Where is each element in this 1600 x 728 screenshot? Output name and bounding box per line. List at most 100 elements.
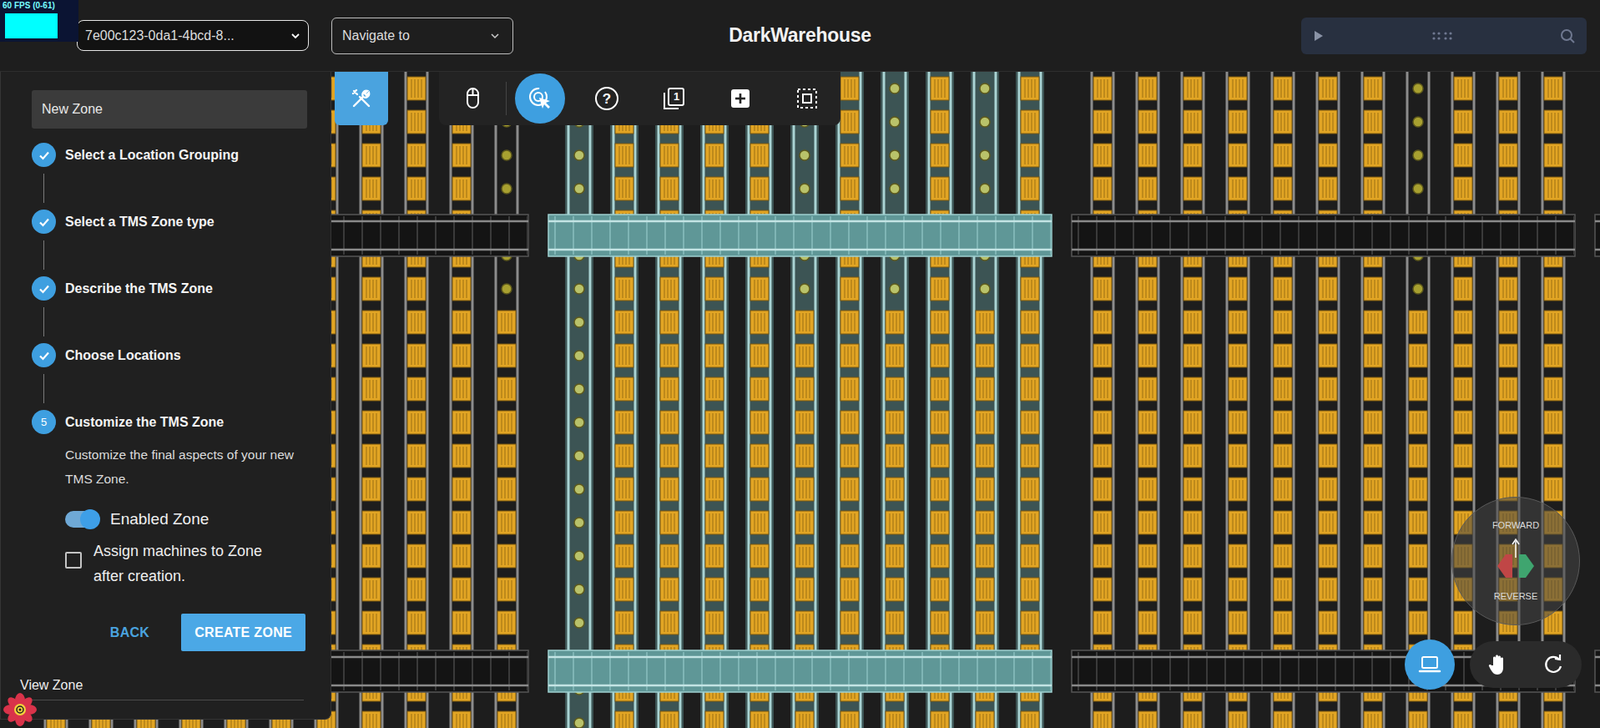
direction-control[interactable]: FORWARD REVERSE [1451,496,1580,626]
toolbar: ?1 [439,71,841,126]
step-connector [43,373,45,404]
toolbar-divider [505,81,507,116]
step-connector [43,173,45,203]
storage-column[interactable] [610,71,639,728]
storage-column[interactable] [835,71,864,728]
view-mode-button[interactable] [1474,641,1522,688]
zone-name-value: New Zone [41,99,103,120]
cross-track [1594,214,1600,257]
toolbar-button[interactable] [715,73,766,124]
forward-label: FORWARD [1492,519,1540,531]
assign-machines-row[interactable]: Assign machines to Zone after creation. [65,538,306,589]
enabled-toggle-row[interactable]: Enabled Zone [65,506,306,532]
enabled-switch[interactable] [65,510,99,528]
tools-button[interactable] [334,71,389,126]
storage-section[interactable] [1594,214,1600,692]
storage-column[interactable] [1317,71,1339,728]
help-glyph: ? [602,91,611,106]
wizard-step[interactable]: Select a TMS Zone type [31,209,306,234]
storage-column[interactable] [700,71,729,728]
storage-section[interactable] [1071,71,1575,728]
storage-column[interactable] [1091,71,1114,728]
pointer-select-icon [527,85,553,112]
check-icon [37,148,51,162]
toolbar-button[interactable] [447,73,498,124]
storage-column[interactable] [1407,71,1429,728]
navigate-dropdown[interactable]: Navigate to [331,17,514,55]
storage-column[interactable] [745,71,774,728]
check-icon [37,282,51,296]
tools-icon [348,85,374,112]
laptop-icon [1417,651,1443,677]
toolbar-button[interactable]: 1 [648,73,699,124]
step-number: 5 [40,413,47,431]
play-icon[interactable] [1312,29,1325,43]
app-title: DarkWarehouse [728,20,871,51]
create-zone-button[interactable]: CREATE ZONE [181,613,306,652]
storage-column[interactable] [925,71,954,728]
storage-column[interactable] [450,71,473,728]
view-mode-button[interactable] [1529,641,1577,688]
storage-column[interactable] [405,71,428,728]
toolbar-button[interactable] [782,73,833,124]
fps-meter: 60 FPS (0-61) [0,0,79,42]
storage-column[interactable] [970,71,1000,728]
chevron-icon [289,30,302,42]
toolbar-button[interactable] [514,73,566,124]
wizard-step[interactable]: Describe the TMS Zone [31,276,306,301]
zone-name-field[interactable]: New Zone [31,90,308,129]
storage-column[interactable] [360,71,383,728]
storage-column[interactable] [1452,71,1474,728]
toolbar-button[interactable]: ? [581,73,632,124]
fps-label: 60 FPS (0-61) [0,0,79,12]
layers-icon: 1 [661,85,687,112]
storage-column[interactable] [565,71,594,728]
enabled-label: Enabled Zone [110,507,209,532]
step-label: Select a TMS Zone type [65,211,215,233]
storage-column[interactable] [1362,71,1384,728]
cross-track [548,650,1052,692]
warehouse-value: 7e00c123-0da1-4bcd-8... [85,25,235,46]
rotate-icon [1540,651,1566,677]
wizard-step[interactable]: Select a Location Grouping [31,142,306,167]
view-mode-button[interactable] [1404,639,1455,690]
top-bar: 60 FPS (0-61) 7e00c123-0da1-4bcd-8... Na… [0,0,1600,72]
direction-arrows-icon[interactable] [1490,537,1541,585]
storage-column[interactable] [1542,71,1565,728]
wizard-steps: Select a Location Grouping Select a TMS Z… [31,142,306,435]
assign-checkbox[interactable] [65,551,82,569]
back-button[interactable]: BACK [110,622,150,643]
storage-column[interactable] [655,71,684,728]
step-description: Customize the final aspects of your new … [65,442,295,491]
reverse-label: REVERSE [1494,590,1539,602]
check-icon [37,215,51,229]
wizard-step[interactable]: 5Customize the TMS Zone [31,409,306,435]
step-indicator [31,276,56,301]
warehouse-select[interactable]: 7e00c123-0da1-4bcd-8... [76,20,309,51]
hand-icon [1485,651,1511,677]
storage-column[interactable] [495,71,518,728]
view-zone-step[interactable]: View Zone [20,675,304,701]
wizard-step[interactable]: Choose Locations [31,343,306,368]
warehouse-view[interactable]: New Zone Select a Location GroupingSelec… [0,71,1600,728]
playback-bar[interactable] [1301,17,1587,55]
storage-column[interactable] [790,71,819,728]
step-indicator [31,142,56,167]
storage-column[interactable] [1181,71,1204,728]
step-indicator: 5 [31,409,56,435]
storage-column[interactable] [1015,71,1045,728]
search-icon[interactable] [1559,28,1575,44]
drag-handle-icon[interactable] [1431,30,1454,41]
storage-column[interactable] [1271,71,1294,728]
step-connector [43,307,45,337]
storage-column[interactable] [1226,71,1249,728]
storage-section[interactable] [548,71,1052,728]
storage-column[interactable] [1497,71,1520,728]
step-indicator [31,343,56,368]
app-logo-icon [3,692,37,727]
storage-column[interactable] [880,71,909,728]
fps-graph [5,13,76,39]
navigate-label: Navigate to [342,25,410,46]
step-indicator [31,209,56,234]
storage-column[interactable] [1136,71,1159,728]
